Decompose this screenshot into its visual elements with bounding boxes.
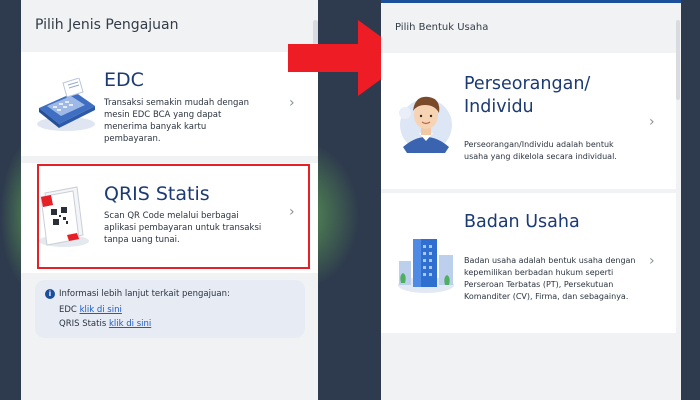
info-row-edc: EDC klik di sini <box>59 305 122 315</box>
edc-info-link[interactable]: klik di sini <box>80 305 122 315</box>
person-avatar-icon <box>399 96 452 153</box>
left-header: Pilih Jenis Pengajuan <box>35 17 179 33</box>
perseorangan-description: Perseorangan/Individu adalah bentuk usah… <box>464 140 617 161</box>
edc-title: EDC <box>104 69 144 91</box>
edc-description: Transaksi semakin mudah dengan mesin EDC… <box>104 98 249 144</box>
chevron-right-icon: › <box>649 114 655 130</box>
perseorangan-title: Perseorangan/ Individu <box>464 74 591 117</box>
chevron-right-icon: › <box>649 253 655 269</box>
edc-machine-icon <box>37 78 95 131</box>
info-row-qris: QRIS Statis klik di sini <box>59 319 151 329</box>
card-badan-usaha[interactable]: Badan Usaha Badan usaha adalah bentuk us… <box>381 193 676 333</box>
info-row-label: QRIS Statis <box>59 319 107 329</box>
badan-usaha-description: Badan usaha adalah bentuk usaha dengan k… <box>464 256 636 301</box>
right-scrollbar[interactable] <box>676 20 680 100</box>
highlight-box <box>37 164 310 269</box>
info-title: Informasi lebih lanjut terkait pengajuan… <box>59 289 230 299</box>
card-perseorangan[interactable]: Perseorangan/ Individu Perseorangan/Indi… <box>381 53 676 189</box>
qris-info-link[interactable]: klik di sini <box>109 319 151 329</box>
info-icon: i <box>45 289 55 299</box>
info-box: i Informasi lebih lanjut terkait pengaju… <box>35 280 305 338</box>
badan-usaha-title: Badan Usaha <box>464 212 580 232</box>
right-header: Pilih Bentuk Usaha <box>395 22 489 33</box>
info-row-label: EDC <box>59 305 77 315</box>
card-edc[interactable]: EDC Transaksi semakin mudah dengan mesin… <box>21 52 318 156</box>
office-building-icon <box>398 239 454 293</box>
